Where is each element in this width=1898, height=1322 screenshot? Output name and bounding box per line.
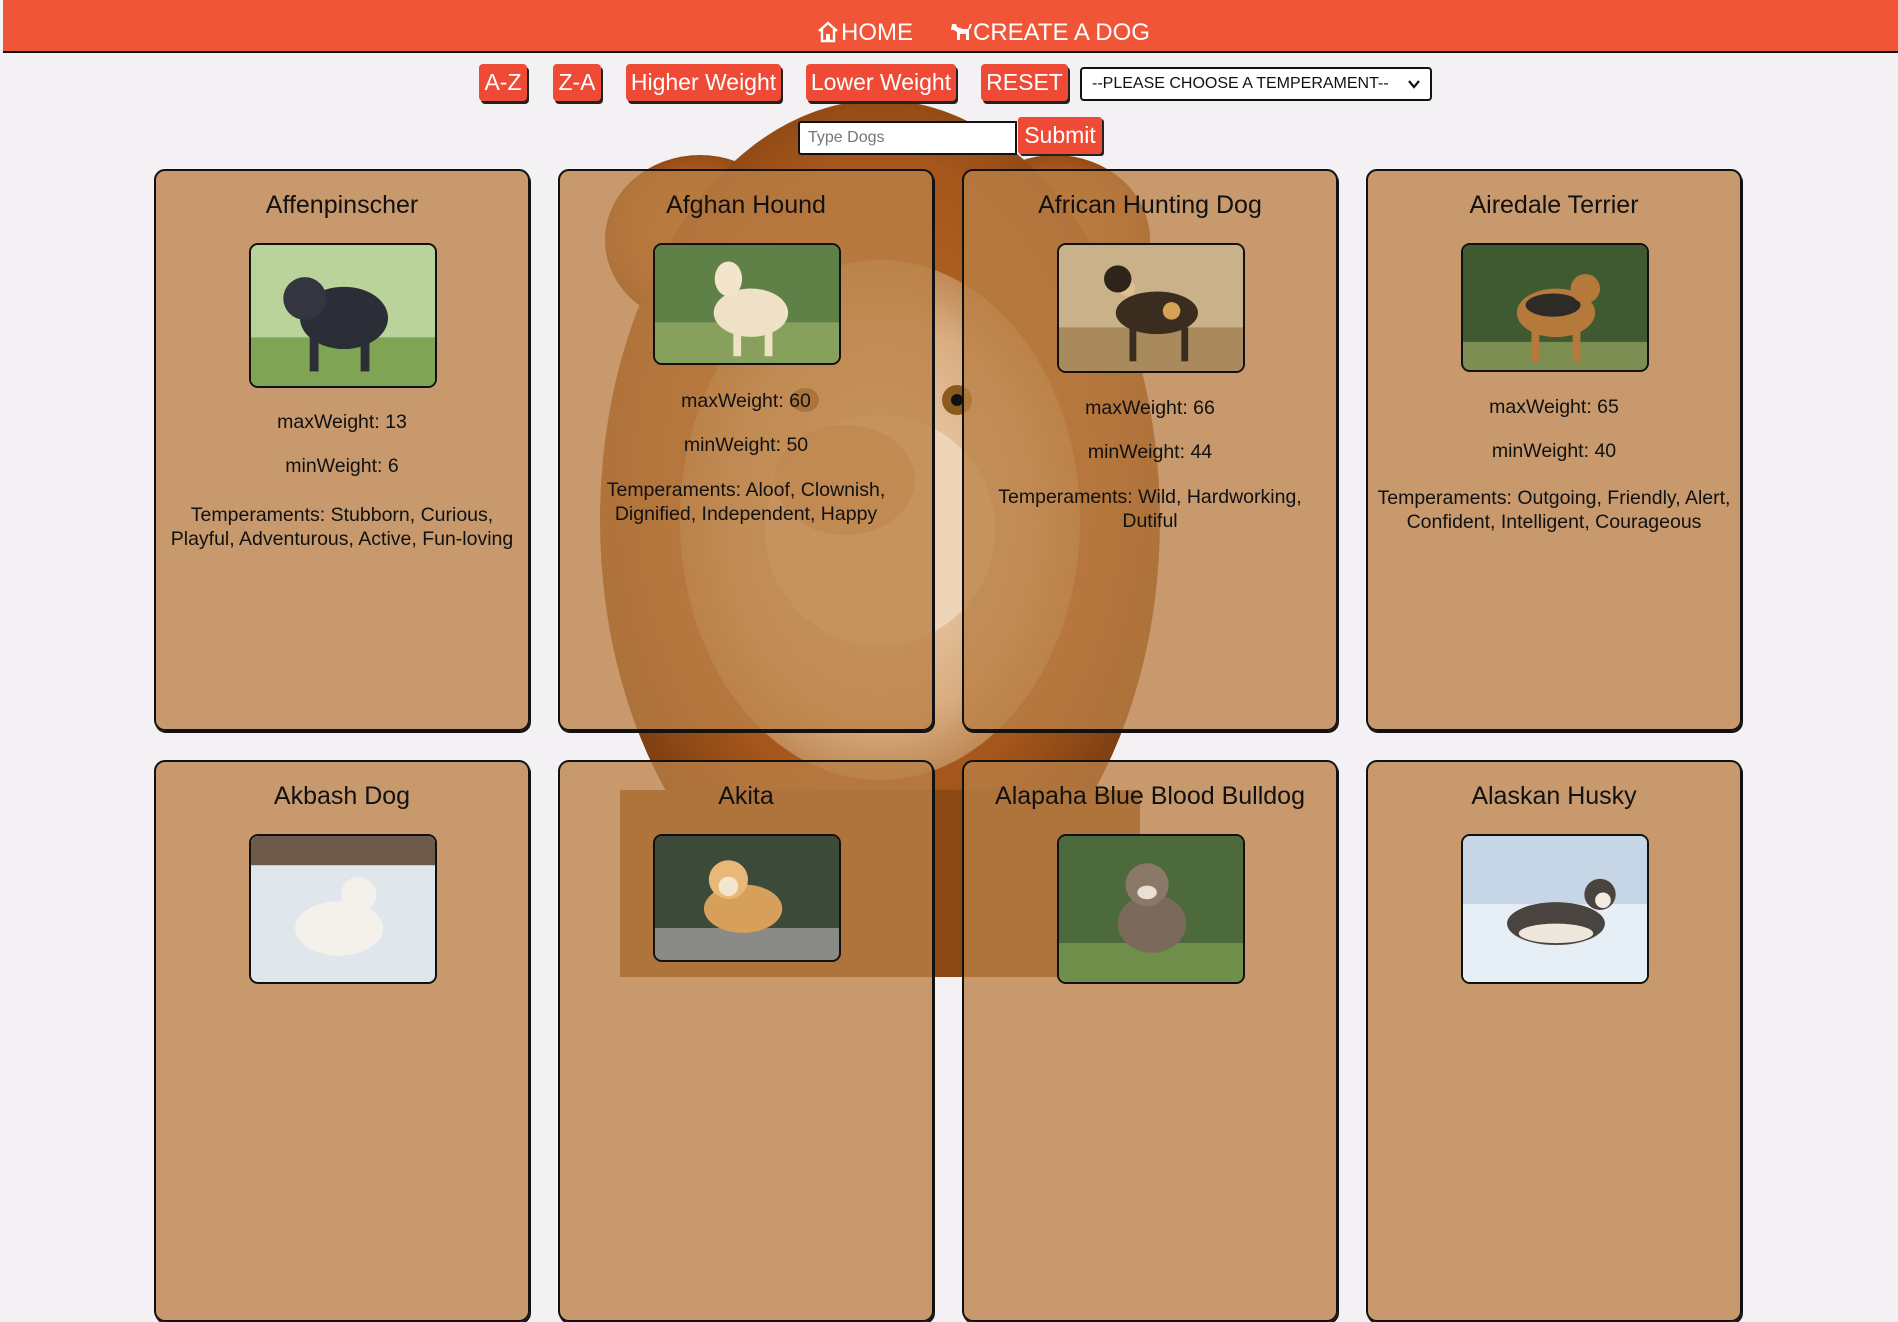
dog-image bbox=[1461, 243, 1649, 372]
dog-image bbox=[653, 243, 841, 365]
reset-button[interactable]: RESET bbox=[981, 64, 1068, 101]
temperament-select-value: --PLEASE CHOOSE A TEMPERAMENT-- bbox=[1092, 75, 1389, 92]
sort-za-button[interactable]: Z-A bbox=[553, 64, 601, 101]
temperament-select[interactable]: --PLEASE CHOOSE A TEMPERAMENT-- bbox=[1080, 67, 1432, 101]
temperaments: Temperaments: Stubborn, Curious, Playful… bbox=[170, 504, 514, 550]
dog-name: Akita bbox=[718, 782, 774, 810]
temperaments: Temperaments: Outgoing, Friendly, Alert,… bbox=[1377, 487, 1731, 533]
max-weight: maxWeight: 65 bbox=[1489, 396, 1619, 418]
dog-card[interactable]: Airedale Terrier maxWeight: 65 minWeight… bbox=[1366, 169, 1742, 731]
home-icon bbox=[818, 21, 838, 43]
create-dog-link[interactable]: CREATE A DOG bbox=[948, 18, 1150, 48]
min-weight: minWeight: 50 bbox=[683, 434, 809, 456]
top-nav: HOME CREATE A DOG bbox=[3, 0, 1898, 53]
search-input[interactable] bbox=[798, 121, 1017, 155]
dog-card[interactable]: Afghan Hound maxWeight: 60 minWeight: 50… bbox=[558, 169, 934, 731]
temperaments: Temperaments: Wild, Hardworking, Dutiful bbox=[998, 486, 1302, 532]
lower-weight-button[interactable]: Lower Weight bbox=[806, 64, 956, 101]
dog-card[interactable]: African Hunting Dog maxWeight: 66 minWei… bbox=[962, 169, 1338, 731]
dog-name: Afghan Hound bbox=[666, 191, 826, 219]
higher-weight-button[interactable]: Higher Weight bbox=[626, 64, 781, 101]
dog-card[interactable]: Alaskan Husky bbox=[1366, 760, 1742, 1322]
max-weight: maxWeight: 66 bbox=[1085, 397, 1215, 419]
temperaments: Temperaments: Aloof, Clownish, Dignified… bbox=[606, 479, 886, 525]
create-dog-label: CREATE A DOG bbox=[973, 19, 1150, 46]
dog-image bbox=[249, 243, 437, 388]
dog-card[interactable]: Affenpinscher maxWeight: 13 minWeight: 6… bbox=[154, 169, 530, 731]
dog-card[interactable]: Akita bbox=[558, 760, 934, 1322]
home-link[interactable]: HOME bbox=[816, 18, 913, 48]
max-weight: maxWeight: 60 bbox=[681, 390, 811, 412]
dog-image bbox=[1461, 834, 1649, 984]
dog-name: Airedale Terrier bbox=[1469, 191, 1639, 219]
chevron-down-icon bbox=[1408, 80, 1420, 89]
dog-icon bbox=[951, 23, 972, 40]
min-weight: minWeight: 44 bbox=[1087, 441, 1213, 463]
min-weight: minWeight: 6 bbox=[285, 455, 399, 477]
max-weight: maxWeight: 13 bbox=[277, 411, 407, 433]
sort-az-button[interactable]: A-Z bbox=[479, 64, 527, 101]
dog-name: Alaskan Husky bbox=[1471, 782, 1637, 810]
dog-name: Alapaha Blue Blood Bulldog bbox=[995, 782, 1305, 810]
dog-image bbox=[653, 834, 841, 962]
dog-name: Akbash Dog bbox=[273, 782, 411, 810]
home-label: HOME bbox=[841, 19, 913, 46]
dog-image bbox=[249, 834, 437, 984]
dog-name: African Hunting Dog bbox=[1038, 191, 1262, 219]
dog-card[interactable]: Akbash Dog bbox=[154, 760, 530, 1322]
dog-card[interactable]: Alapaha Blue Blood Bulldog bbox=[962, 760, 1338, 1322]
dog-name: Affenpinscher bbox=[265, 191, 419, 219]
dog-image bbox=[1057, 243, 1245, 373]
submit-button[interactable]: Submit bbox=[1018, 117, 1102, 154]
min-weight: minWeight: 40 bbox=[1491, 440, 1617, 462]
dog-image bbox=[1057, 834, 1245, 984]
